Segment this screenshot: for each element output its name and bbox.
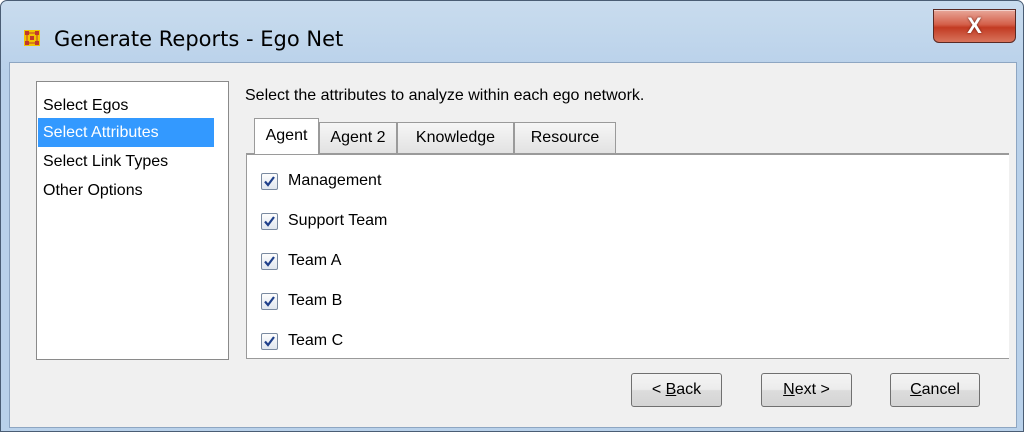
back-button-prefix: < [651, 381, 666, 398]
checkmark-icon [264, 255, 275, 267]
tab-label: Resource [530, 129, 600, 146]
attribute-checkbox[interactable] [261, 292, 278, 310]
nav-item-other-options[interactable]: Other Options [38, 176, 214, 205]
cancel-button-mnemonic: C [910, 381, 922, 398]
tab-agent[interactable]: Agent [254, 118, 319, 154]
title-bar[interactable]: Generate Reports - Ego Net X [1, 1, 1023, 63]
window-title: Generate Reports - Ego Net [54, 27, 344, 51]
nav-item-label: Select Egos [43, 97, 129, 114]
tab-resource[interactable]: Resource [514, 122, 616, 153]
attribute-label: Management [288, 172, 382, 189]
nav-item-select-egos[interactable]: Select Egos [38, 91, 214, 120]
attribute-row[interactable]: Team C [261, 329, 343, 353]
nav-item-label: Select Link Types [43, 153, 169, 170]
app-network-icon [24, 30, 40, 46]
tab-label: Agent [265, 127, 308, 144]
nav-item-select-link-types[interactable]: Select Link Types [38, 147, 214, 176]
attribute-list-panel: Management Support Team Team A Team B Te… [246, 153, 1009, 359]
next-button[interactable]: Next > [761, 373, 852, 407]
attribute-row[interactable]: Team B [261, 289, 342, 313]
tab-label: Knowledge [415, 129, 496, 146]
back-button-mnemonic: B [665, 381, 677, 398]
back-button-label: ack [676, 381, 702, 398]
attribute-row[interactable]: Support Team [261, 209, 387, 233]
nav-item-label: Select Attributes [43, 124, 159, 141]
attribute-label: Team B [288, 292, 343, 309]
attribute-label: Support Team [288, 212, 388, 229]
dialog-body: Select Egos Select Attributes Select Lin… [9, 62, 1017, 428]
checkmark-icon [264, 215, 275, 227]
close-icon: X [967, 13, 982, 38]
cancel-button-label: ancel [921, 381, 960, 398]
checkmark-icon [264, 175, 275, 187]
next-button-mnemonic: N [783, 381, 795, 398]
attribute-label: Team C [288, 332, 344, 349]
back-button[interactable]: < Back [631, 373, 722, 407]
instruction-text: Select the attributes to analyze within … [245, 87, 645, 104]
checkmark-icon [264, 295, 275, 307]
attribute-checkbox[interactable] [261, 252, 278, 270]
attribute-checkbox[interactable] [261, 172, 278, 190]
dialog-window: Generate Reports - Ego Net X Select Egos… [0, 0, 1024, 432]
attribute-checkbox[interactable] [261, 212, 278, 230]
next-button-label: ext > [794, 381, 830, 398]
attribute-row[interactable]: Team A [261, 249, 341, 273]
attribute-label: Team A [288, 252, 342, 269]
nav-item-label: Other Options [43, 182, 143, 199]
attribute-row[interactable]: Management [261, 169, 381, 193]
checkmark-icon [264, 335, 275, 347]
step-list: Select Egos Select Attributes Select Lin… [36, 81, 229, 360]
cancel-button[interactable]: Cancel [890, 373, 980, 407]
tab-label: Agent 2 [330, 129, 386, 146]
nav-item-select-attributes[interactable]: Select Attributes [38, 118, 214, 147]
attribute-checkbox[interactable] [261, 332, 278, 350]
close-button[interactable]: X [933, 9, 1016, 43]
tab-knowledge[interactable]: Knowledge [397, 122, 514, 153]
tab-agent-2[interactable]: Agent 2 [319, 122, 397, 153]
